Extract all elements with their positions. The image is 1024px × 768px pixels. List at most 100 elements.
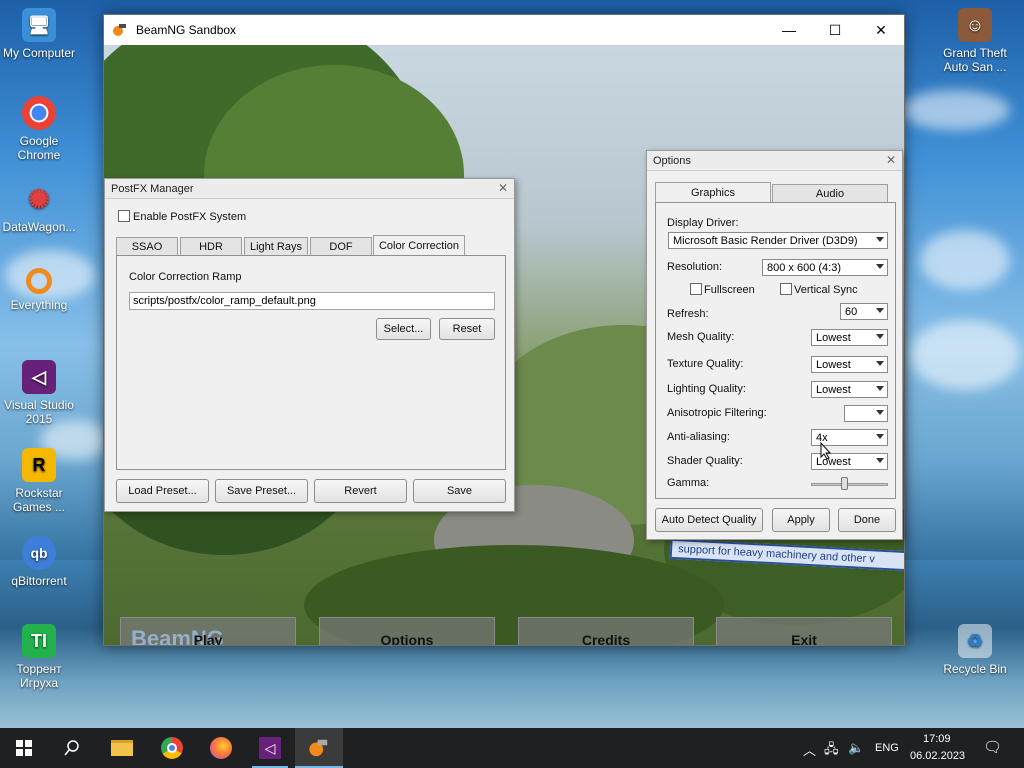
- mesh-quality-label: Mesh Quality:: [667, 331, 735, 343]
- exit-button[interactable]: Exit: [716, 617, 892, 645]
- refresh-label: Refresh:: [667, 308, 709, 320]
- desktop-icon-datawagon[interactable]: ✺ DataWagon...: [1, 182, 77, 234]
- taskbar-visual-studio[interactable]: ◁: [246, 728, 294, 768]
- network-icon[interactable]: 🖧: [824, 740, 839, 762]
- clock-time[interactable]: 17:09: [923, 733, 951, 745]
- windows-logo-icon: [16, 740, 32, 756]
- folder-icon: [111, 740, 133, 756]
- minimize-button[interactable]: —: [766, 15, 812, 45]
- display-driver-label: Display Driver:: [667, 217, 739, 229]
- tab-graphics[interactable]: Graphics: [655, 182, 771, 202]
- tab-color-correction[interactable]: Color Correction: [373, 235, 465, 255]
- revert-button[interactable]: Revert: [314, 479, 407, 503]
- play-button[interactable]: BeamNG Play: [120, 617, 296, 645]
- texture-quality-value: Lowest: [816, 358, 851, 371]
- anisotropic-filtering-select[interactable]: [844, 405, 888, 422]
- tab-dof[interactable]: DOF: [310, 237, 372, 255]
- options-close-button[interactable]: ✕: [886, 153, 896, 167]
- enable-postfx-label: Enable PostFX System: [133, 211, 247, 223]
- desktop-icon-label: Everything: [10, 298, 68, 312]
- resolution-label: Resolution:: [667, 261, 723, 273]
- select-ramp-button[interactable]: Select...: [376, 318, 431, 340]
- load-preset-button[interactable]: Load Preset...: [116, 479, 209, 503]
- torrent-igruha-icon: TI: [22, 624, 56, 658]
- options-title-bar[interactable]: Options ✕: [647, 151, 902, 171]
- chevron-down-icon: [876, 361, 884, 366]
- show-hidden-icons-chevron-icon[interactable]: ︿: [803, 740, 816, 759]
- apply-button[interactable]: Apply: [772, 508, 830, 532]
- display-driver-value: Microsoft Basic Render Driver (D3D9): [673, 234, 858, 247]
- vsync-checkbox[interactable]: [780, 283, 792, 295]
- resolution-select[interactable]: 800 x 600 (4:3): [762, 259, 888, 276]
- mouse-cursor-icon: [820, 442, 832, 460]
- vsync-label: Vertical Sync: [794, 284, 858, 296]
- visual-studio-icon: ◁: [22, 360, 56, 394]
- firefox-icon: [210, 737, 232, 759]
- taskbar-file-explorer[interactable]: [98, 728, 146, 768]
- desktop-icon-gta-sa[interactable]: ☺ Grand Theft Auto San ...: [937, 8, 1013, 74]
- chevron-down-icon: [876, 458, 884, 463]
- done-button[interactable]: Done: [838, 508, 896, 532]
- desktop-icon-my-computer[interactable]: 🖥 My Computer: [1, 8, 77, 60]
- enable-postfx-checkbox[interactable]: [118, 210, 130, 222]
- title-bar[interactable]: BeamNG Sandbox — ☐ ✕: [104, 15, 904, 45]
- start-button[interactable]: [0, 728, 48, 768]
- chevron-down-icon: [876, 334, 884, 339]
- tab-audio[interactable]: Audio: [772, 184, 888, 202]
- maximize-button[interactable]: ☐: [812, 15, 858, 45]
- postfx-manager-dialog[interactable]: PostFX Manager ✕ Enable PostFX System SS…: [104, 178, 515, 512]
- taskbar: ◁ ︿ 🖧 🔈 ENG 17:09 06.02.2023 🗨: [0, 728, 1024, 768]
- lighting-quality-select[interactable]: Lowest: [811, 381, 888, 398]
- desktop-icon-torrent-igruha[interactable]: TI Торрент Игруха: [1, 624, 77, 690]
- notifications-icon[interactable]: 🗨: [983, 738, 1002, 756]
- chevron-down-icon: [876, 237, 884, 242]
- chevron-down-icon: [876, 410, 884, 415]
- desktop-icon-label: qBittorrent: [11, 574, 67, 588]
- gamma-slider-track[interactable]: [811, 483, 888, 486]
- taskbar-firefox[interactable]: [197, 728, 245, 768]
- reset-ramp-button[interactable]: Reset: [439, 318, 495, 340]
- texture-quality-select[interactable]: Lowest: [811, 356, 888, 373]
- texture-quality-label: Texture Quality:: [667, 358, 744, 370]
- desktop-icon-chrome[interactable]: Google Chrome: [1, 96, 77, 162]
- desktop-icon-visual-studio[interactable]: ◁ Visual Studio 2015: [1, 360, 77, 426]
- anisotropic-filtering-label: Anisotropic Filtering:: [667, 407, 767, 419]
- language-indicator[interactable]: ENG: [875, 742, 899, 754]
- tab-hdr[interactable]: HDR: [180, 237, 242, 255]
- play-label: Play: [193, 632, 223, 645]
- tab-ssao[interactable]: SSAO: [116, 237, 178, 255]
- clock-date[interactable]: 06.02.2023: [910, 750, 965, 762]
- taskbar-beamng[interactable]: [295, 728, 343, 768]
- tab-light-rays[interactable]: Light Rays: [244, 237, 308, 255]
- gamma-slider-handle[interactable]: [841, 477, 848, 490]
- volume-icon[interactable]: 🔈: [848, 740, 864, 756]
- chevron-down-icon: [876, 264, 884, 269]
- anti-aliasing-label: Anti-aliasing:: [667, 431, 730, 443]
- mesh-quality-value: Lowest: [816, 331, 851, 344]
- recycle-bin-icon: ♻: [958, 624, 992, 658]
- close-button[interactable]: ✕: [858, 15, 904, 45]
- qbittorrent-icon: qb: [22, 536, 56, 570]
- credits-button[interactable]: Credits: [518, 617, 694, 645]
- postfx-title: PostFX Manager: [111, 182, 194, 195]
- desktop-icon-recycle-bin[interactable]: ♻ Recycle Bin: [937, 624, 1013, 676]
- search-icon: [64, 740, 79, 756]
- desktop-icon-rockstar[interactable]: R Rockstar Games ...: [1, 448, 77, 514]
- postfx-title-bar[interactable]: PostFX Manager ✕: [105, 179, 514, 199]
- auto-detect-quality-button[interactable]: Auto Detect Quality: [655, 508, 763, 532]
- ramp-path-field[interactable]: scripts/postfx/color_ramp_default.png: [129, 292, 495, 310]
- desktop-icon-qbittorrent[interactable]: qb qBittorrent: [1, 536, 77, 588]
- refresh-select[interactable]: 60: [840, 303, 888, 320]
- mesh-quality-select[interactable]: Lowest: [811, 329, 888, 346]
- fullscreen-checkbox[interactable]: [690, 283, 702, 295]
- postfx-close-button[interactable]: ✕: [498, 181, 508, 195]
- options-dialog[interactable]: Options ✕ Graphics Audio Display Driver:…: [646, 150, 903, 540]
- save-button[interactable]: Save: [413, 479, 506, 503]
- desktop-icon-label: Grand Theft Auto San ...: [943, 46, 1007, 74]
- taskbar-chrome[interactable]: [148, 728, 196, 768]
- search-button[interactable]: [48, 728, 96, 768]
- save-preset-button[interactable]: Save Preset...: [215, 479, 308, 503]
- display-driver-select[interactable]: Microsoft Basic Render Driver (D3D9): [668, 232, 888, 249]
- options-button[interactable]: Options: [319, 617, 495, 645]
- desktop-icon-everything[interactable]: Everything: [1, 268, 77, 312]
